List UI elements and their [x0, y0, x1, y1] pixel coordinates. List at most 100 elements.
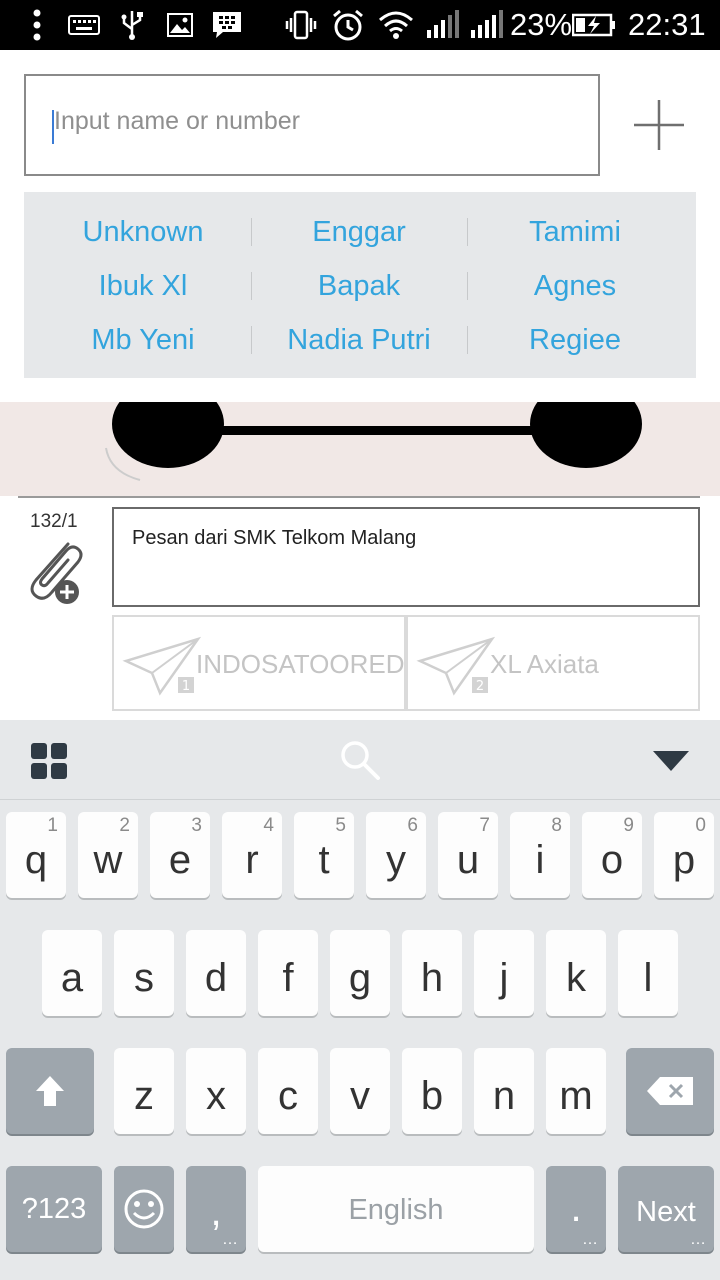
key-letter: q	[24, 838, 48, 882]
letter-key[interactable]: i8	[510, 812, 570, 898]
suggestion-contact[interactable]: Agnes	[467, 266, 683, 306]
key-letter: i	[535, 838, 545, 882]
letter-key[interactable]: s	[114, 930, 174, 1016]
letter-key[interactable]: n	[474, 1048, 534, 1134]
letter-key[interactable]: w2	[78, 812, 138, 898]
letter-key[interactable]: c	[258, 1048, 318, 1134]
letter-key[interactable]: x	[186, 1048, 246, 1134]
letter-key[interactable]: y6	[366, 812, 426, 898]
letter-key[interactable]: t5	[294, 812, 354, 898]
letter-key[interactable]: o9	[582, 812, 642, 898]
paperclip-add-icon[interactable]	[22, 536, 92, 606]
key-letter: n	[492, 1074, 516, 1118]
letter-key[interactable]: j	[474, 930, 534, 1016]
status-bar: 23% 22:31	[0, 0, 720, 50]
next-key[interactable]: Next …	[618, 1166, 714, 1252]
suggestion-contact[interactable]: Regiee	[467, 320, 683, 360]
key-number-hint: 6	[407, 815, 418, 836]
key-letter: m	[559, 1074, 593, 1118]
key-number-hint: 4	[263, 815, 274, 836]
suggestion-contact[interactable]: Tamimi	[467, 212, 683, 252]
letter-key[interactable]: k	[546, 930, 606, 1016]
key-letter: e	[168, 838, 192, 882]
key-number-hint: 5	[335, 815, 346, 836]
key-letter: t	[318, 838, 330, 882]
period-key[interactable]: . …	[546, 1166, 606, 1252]
key-letter: j	[499, 956, 509, 1000]
key-letter: o	[600, 838, 624, 882]
suggestion-contact[interactable]: Mb Yeni	[35, 320, 251, 360]
grid-icon[interactable]	[30, 742, 68, 780]
send-sim2-label: XL Axiata	[490, 649, 599, 679]
key-letter: a	[60, 956, 84, 1000]
recipient-input[interactable]: Input name or number	[24, 74, 600, 176]
key-letter: y	[386, 838, 406, 882]
clock: 22:31	[628, 7, 706, 42]
suggestion-contact[interactable]: Enggar	[251, 212, 467, 252]
suggestion-contact[interactable]: Bapak	[251, 266, 467, 306]
key-number-hint: 0	[695, 815, 706, 836]
key-number-hint: 8	[551, 815, 562, 836]
key-number-hint: 1	[47, 815, 58, 836]
suggestion-contact[interactable]: Ibuk Xl	[35, 266, 251, 306]
suggestion-contact[interactable]: Unknown	[35, 212, 251, 252]
letter-key[interactable]: d	[186, 930, 246, 1016]
sim-number: 1	[182, 679, 190, 694]
backspace-icon	[647, 1077, 693, 1105]
send-sim1-button[interactable]: 1 INDOSATOOREDOO	[112, 615, 406, 711]
collapse-triangle-icon[interactable]	[652, 750, 690, 772]
symbols-label: ?123	[21, 1193, 87, 1225]
comma-key[interactable]: , …	[186, 1166, 246, 1252]
divider	[251, 326, 252, 354]
conversation-image	[0, 402, 720, 496]
signal-1-icon	[424, 8, 460, 42]
letter-key[interactable]: p0	[654, 812, 714, 898]
letter-key[interactable]: g	[330, 930, 390, 1016]
shift-key[interactable]	[6, 1048, 94, 1134]
letter-key[interactable]: l	[618, 930, 678, 1016]
period-label: .	[570, 1186, 582, 1230]
letter-key[interactable]: m	[546, 1048, 606, 1134]
send-plane-icon: 1	[122, 633, 202, 697]
letter-key[interactable]: q1	[6, 812, 66, 898]
divider-line	[18, 496, 700, 498]
menu-dots-icon[interactable]	[28, 8, 46, 42]
usb-icon	[118, 8, 146, 42]
key-letter: c	[278, 1074, 298, 1118]
key-letter: d	[204, 956, 228, 1000]
symbols-key[interactable]: ?123	[6, 1166, 102, 1252]
letter-key[interactable]: e3	[150, 812, 210, 898]
divider	[467, 218, 468, 246]
message-input[interactable]: Pesan dari SMK Telkom Malang	[112, 507, 700, 607]
emoji-key[interactable]	[114, 1166, 174, 1252]
recipient-placeholder: Input name or number	[54, 107, 300, 135]
keyboard: ?123 , … English . … Next … q1w2e3r4t5y6…	[0, 800, 720, 1280]
battery-percent: 23%	[510, 7, 573, 42]
key-number-hint: 9	[623, 815, 634, 836]
letter-key[interactable]: r4	[222, 812, 282, 898]
letter-key[interactable]: f	[258, 930, 318, 1016]
key-letter: g	[348, 956, 372, 1000]
character-counter: 132/1	[30, 511, 78, 532]
key-letter: l	[643, 956, 653, 1000]
space-key[interactable]: English	[258, 1166, 534, 1252]
key-letter: z	[134, 1074, 154, 1118]
letter-key[interactable]: a	[42, 930, 102, 1016]
letter-key[interactable]: v	[330, 1048, 390, 1134]
letter-key[interactable]: b	[402, 1048, 462, 1134]
plus-icon[interactable]	[630, 96, 688, 154]
search-icon[interactable]	[338, 738, 382, 782]
key-letter: p	[672, 838, 696, 882]
send-sim2-button[interactable]: 2 XL Axiata	[406, 615, 700, 711]
send-plane-icon: 2	[416, 633, 496, 697]
wifi-icon	[378, 8, 414, 42]
more-indicator: …	[582, 1231, 598, 1248]
letter-key[interactable]: u7	[438, 812, 498, 898]
letter-key[interactable]: h	[402, 930, 462, 1016]
backspace-key[interactable]	[626, 1048, 714, 1134]
suggestion-contact[interactable]: Nadia Putri	[251, 320, 467, 360]
letter-key[interactable]: z	[114, 1048, 174, 1134]
key-number-hint: 7	[479, 815, 490, 836]
battery-charging-icon	[572, 8, 616, 42]
image-icon	[166, 8, 194, 42]
